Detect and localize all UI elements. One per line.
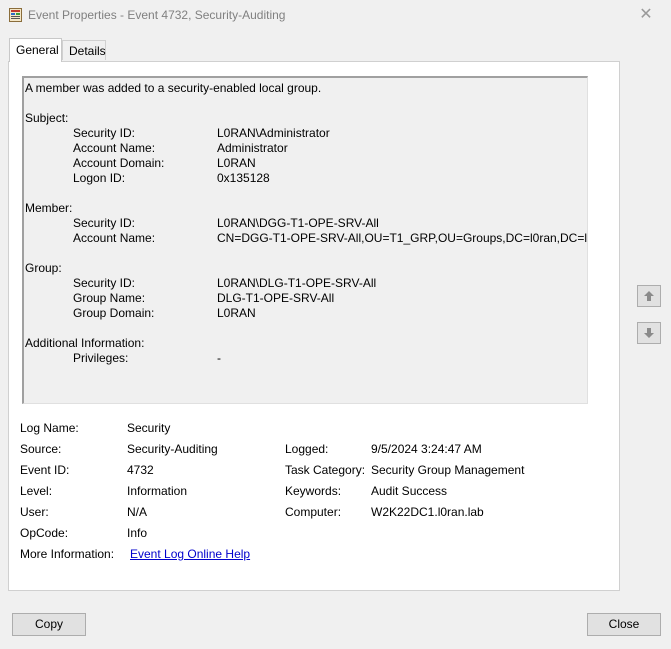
- field-label: Security ID:: [73, 126, 136, 140]
- field-label: Account Name:: [73, 231, 156, 245]
- title-bar: Event Properties - Event 4732, Security-…: [0, 0, 671, 30]
- keywords-label: Keywords:: [285, 484, 342, 498]
- additional-info-heading: Additional Information:: [25, 336, 145, 350]
- field-label: Security ID:: [73, 216, 136, 230]
- close-button[interactable]: Close: [587, 613, 661, 636]
- keywords-value: Audit Success: [371, 484, 448, 498]
- more-information-label: More Information:: [20, 547, 115, 561]
- log-name-value: Security: [127, 421, 171, 435]
- arrow-up-icon: [644, 291, 654, 301]
- tab-details[interactable]: Details: [62, 40, 106, 60]
- level-value: Information: [127, 484, 188, 498]
- event-viewer-icon: [9, 8, 22, 22]
- next-event-button[interactable]: [637, 322, 661, 344]
- subject-heading: Subject:: [25, 111, 69, 125]
- field-value: L0RAN\DLG-T1-OPE-SRV-All: [217, 276, 377, 290]
- user-value: N/A: [127, 505, 148, 519]
- source-value: Security-Auditing: [127, 442, 218, 456]
- logged-label: Logged:: [285, 442, 329, 456]
- logged-value: 9/5/2024 3:24:47 AM: [371, 442, 482, 456]
- previous-event-button[interactable]: [637, 285, 661, 307]
- field-value: L0RAN: [217, 156, 256, 170]
- field-value: -: [217, 351, 221, 365]
- level-label: Level:: [20, 484, 53, 498]
- task-category-label: Task Category:: [285, 463, 366, 477]
- field-value: 0x135128: [217, 171, 270, 185]
- field-value: Administrator: [217, 141, 288, 155]
- field-label: Security ID:: [73, 276, 136, 290]
- field-value: L0RAN\DGG-T1-OPE-SRV-All: [217, 216, 379, 230]
- tab-general[interactable]: General: [9, 38, 62, 62]
- field-value: L0RAN: [217, 306, 256, 320]
- field-value: DLG-T1-OPE-SRV-All: [217, 291, 335, 305]
- field-value: CN=DGG-T1-OPE-SRV-All,OU=T1_GRP,OU=Group…: [217, 231, 588, 245]
- task-category-value: Security Group Management: [371, 463, 525, 477]
- field-value: L0RAN\Administrator: [217, 126, 330, 140]
- window-title: Event Properties - Event 4732, Security-…: [28, 8, 286, 22]
- field-label: Privileges:: [73, 351, 129, 365]
- computer-label: Computer:: [285, 505, 342, 519]
- computer-value: W2K22DC1.l0ran.lab: [371, 505, 484, 519]
- log-name-label: Log Name:: [20, 421, 79, 435]
- event-description[interactable]: A member was added to a security-enabled…: [22, 76, 588, 404]
- group-heading: Group:: [25, 261, 62, 275]
- field-label: Group Domain:: [73, 306, 155, 320]
- source-label: Source:: [20, 442, 62, 456]
- window-close-icon[interactable]: ✕: [631, 4, 661, 26]
- opcode-value: Info: [127, 526, 148, 540]
- event-id-value: 4732: [127, 463, 154, 477]
- user-label: User:: [20, 505, 49, 519]
- field-label: Logon ID:: [73, 171, 126, 185]
- event-id-label: Event ID:: [20, 463, 70, 477]
- opcode-label: OpCode:: [20, 526, 69, 540]
- copy-button[interactable]: Copy: [12, 613, 86, 636]
- event-log-online-help-link[interactable]: Event Log Online Help: [130, 547, 250, 561]
- field-label: Account Name:: [73, 141, 156, 155]
- event-summary: A member was added to a security-enabled…: [25, 81, 322, 95]
- field-label: Group Name:: [73, 291, 146, 305]
- member-heading: Member:: [25, 201, 73, 215]
- arrow-down-icon: [644, 328, 654, 338]
- field-label: Account Domain:: [73, 156, 165, 170]
